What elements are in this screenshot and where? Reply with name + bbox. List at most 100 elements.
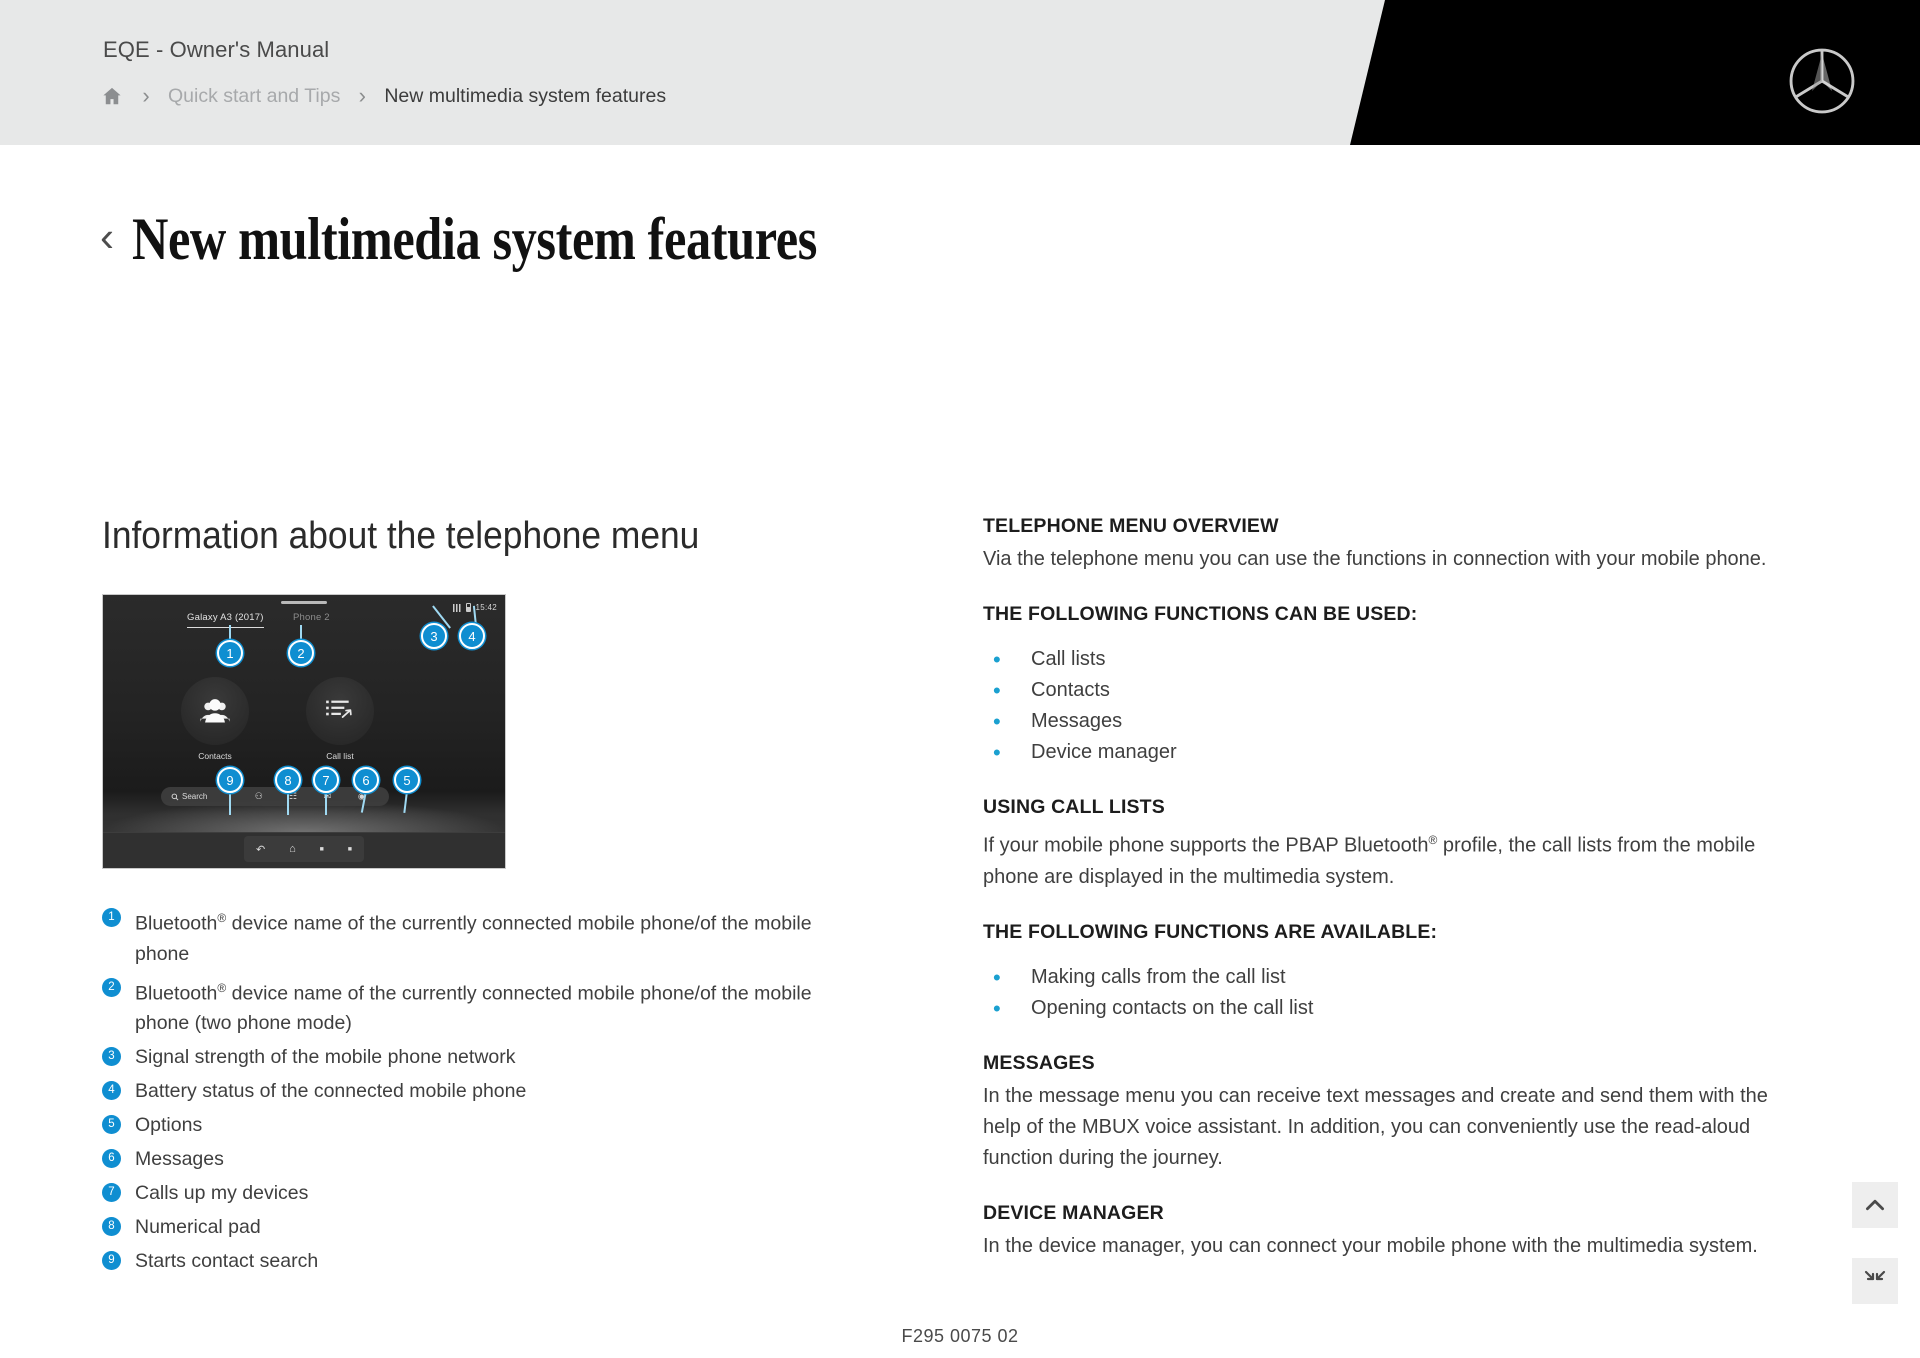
- page-dot-icon: ■: [319, 845, 324, 853]
- mercedes-benz-star-logo: [1789, 48, 1855, 114]
- registered-mark: ®: [1428, 833, 1438, 847]
- legend-item: 9 Starts contact search: [102, 1246, 892, 1276]
- left-column: Information about the telephone menu Gal…: [102, 515, 902, 1280]
- callout-badge-6: 6: [353, 767, 379, 793]
- block-telephone-menu-overview: TELEPHONE MENU OVERVIEW Via the telephon…: [983, 515, 1803, 575]
- body-messages: In the message menu you can receive text…: [983, 1084, 1768, 1169]
- callout-badge-1: 1: [217, 640, 243, 666]
- scroll-to-top-button[interactable]: [1852, 1182, 1898, 1228]
- illustration-tab-secondary: Phone 2: [293, 612, 330, 623]
- callout-leader-9: [229, 791, 231, 815]
- breadcrumb-separator-1: ›: [142, 83, 150, 108]
- illustration-tile-contacts-label: Contacts: [198, 751, 232, 761]
- battery-icon: [466, 603, 472, 612]
- mbux-telephone-screen-illustration: Galaxy A3 (2017) Phone 2 15:42 Contacts …: [102, 594, 506, 869]
- legend-item: 6 Messages: [102, 1144, 892, 1174]
- breadcrumb: › Quick start and Tips › New multimedia …: [100, 80, 666, 112]
- back-chevron-icon[interactable]: ‹: [100, 216, 114, 258]
- numpad-icon: ⚇: [254, 791, 263, 801]
- callout-badge-2: 2: [288, 640, 314, 666]
- page-title-row: ‹ New multimedia system features: [100, 205, 947, 274]
- list-item-label: Opening contacts on the call list: [1031, 996, 1314, 1019]
- illustration-tab-primary: Galaxy A3 (2017): [187, 612, 264, 628]
- breadcrumb-current: New multimedia system features: [384, 84, 667, 107]
- callout-badge-4: 4: [459, 623, 485, 649]
- bullet-icon: •: [993, 995, 1001, 1021]
- legend-item: 3 Signal strength of the mobile phone ne…: [102, 1042, 892, 1072]
- legend-item: 8 Numerical pad: [102, 1212, 892, 1242]
- chevron-up-icon: [1866, 1199, 1884, 1211]
- heading-device-manager: DEVICE MANAGER: [983, 1201, 1164, 1224]
- callout-leader-8: [287, 791, 289, 815]
- bullet-icon: •: [993, 709, 1001, 734]
- list-functions-are-available: • Making calls from the call list • Openin…: [983, 962, 1803, 1024]
- legend-text: Bluetooth® device name of the currently …: [135, 911, 812, 965]
- list-item-label: Call lists: [1031, 648, 1106, 670]
- list-functions-can-be-used: • Call lists • Contacts • Messages • Device …: [983, 644, 1803, 768]
- legend-text: Starts contact search: [135, 1250, 319, 1272]
- block-functions-are-available: THE FOLLOWING FUNCTIONS ARE AVAILABLE: •…: [983, 921, 1803, 1024]
- legend-text: Bluetooth® device name of the currently …: [135, 980, 812, 1035]
- list-item-label: Making calls from the call list: [1031, 965, 1286, 988]
- legend-number: 2: [102, 977, 121, 997]
- callout-badge-3: 3: [421, 623, 447, 649]
- body-telephone-menu-overview: Via the telephone menu you can use the f…: [983, 548, 1767, 570]
- legend-number: 6: [102, 1149, 121, 1168]
- home-icon: ⌂: [289, 843, 296, 855]
- list-item: • Opening contacts on the call list: [983, 993, 1803, 1024]
- illustration-tile-calllist: Call list: [306, 677, 374, 761]
- legend-number: 7: [102, 1183, 121, 1202]
- heading-using-call-lists: USING CALL LISTS: [983, 796, 1165, 818]
- screen-handle-bar: [281, 601, 327, 604]
- legend-number: 3: [102, 1047, 121, 1066]
- legend-number: 1: [102, 908, 121, 927]
- block-messages: MESSAGES In the message menu you can rec…: [983, 1052, 1803, 1174]
- block-using-call-lists: USING CALL LISTS If your mobile phone su…: [983, 796, 1803, 893]
- list-item-label: Messages: [1031, 710, 1123, 732]
- legend-text: Messages: [135, 1148, 224, 1170]
- breadcrumb-separator-2: ›: [358, 83, 366, 108]
- list-item-label: Contacts: [1031, 679, 1110, 701]
- legend-item: 4 Battery status of the connected mobile…: [102, 1076, 892, 1106]
- bullet-icon: •: [993, 964, 1001, 990]
- legend-item: 2 Bluetooth® device name of the currentl…: [102, 973, 892, 1039]
- footer-document-code: F295 0075 02: [901, 1326, 1019, 1346]
- legend-text: Calls up my devices: [135, 1182, 309, 1204]
- illustration-dock: Search ⚇ ☷ ✉ ◉: [161, 787, 389, 806]
- illustration-time: 15:42: [475, 603, 497, 612]
- collapse-view-button[interactable]: [1852, 1258, 1898, 1304]
- signal-bars-icon: [453, 603, 463, 612]
- registered-mark: ®: [217, 911, 227, 925]
- illustration-search-label: Search: [182, 792, 208, 801]
- home-icon[interactable]: [100, 84, 124, 108]
- options-icon: ◉: [357, 791, 366, 801]
- app-header: EQE - Owner's Manual › Quick start and T…: [0, 0, 1920, 145]
- registered-mark: ®: [217, 980, 227, 995]
- call-list-icon: [306, 677, 374, 745]
- legend-item: 1 Bluetooth® device name of the currentl…: [102, 903, 892, 969]
- block-device-manager: DEVICE MANAGER In the device manager, yo…: [983, 1202, 1803, 1262]
- collapse-arrows-icon: [1864, 1270, 1886, 1281]
- body-device-manager: In the device manager, you can connect y…: [983, 1234, 1758, 1257]
- list-item: • Contacts: [983, 675, 1803, 706]
- body-using-call-lists: If your mobile phone supports the PBAP B…: [983, 833, 1756, 888]
- legend-text: Numerical pad: [135, 1216, 261, 1238]
- list-item-label: Device manager: [1031, 741, 1177, 763]
- contacts-people-icon: [181, 677, 249, 745]
- manual-title: EQE - Owner's Manual: [103, 37, 330, 62]
- heading-functions-can-be-used: THE FOLLOWING FUNCTIONS CAN BE USED:: [983, 603, 1418, 625]
- illustration-bottom-controls: ↶ ⌂ ■ ■: [244, 836, 364, 862]
- search-icon: [171, 793, 179, 800]
- callout-badge-7: 7: [313, 767, 339, 793]
- page-dot-icon: ■: [347, 845, 353, 853]
- legend-number: 4: [102, 1081, 121, 1100]
- legend-text: Options: [135, 1114, 203, 1136]
- illustration-search-field: Search: [171, 792, 242, 801]
- illustration-tile-contacts: Contacts: [181, 677, 249, 761]
- right-column: TELEPHONE MENU OVERVIEW Via the telephon…: [983, 515, 1803, 1262]
- back-arrow-icon: ↶: [255, 843, 266, 856]
- legend-number: 9: [102, 1251, 121, 1270]
- breadcrumb-parent-link[interactable]: Quick start and Tips: [168, 85, 340, 108]
- block-functions-can-be-used: THE FOLLOWING FUNCTIONS CAN BE USED: • Ca…: [983, 603, 1803, 768]
- legend-number: 8: [102, 1217, 121, 1236]
